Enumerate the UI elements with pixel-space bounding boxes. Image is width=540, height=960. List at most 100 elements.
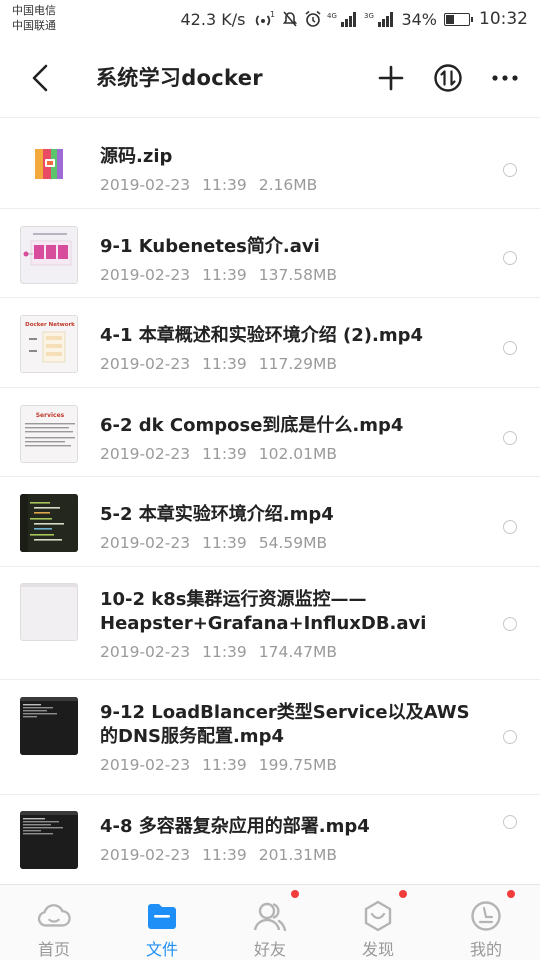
page-title: 系统学习docker: [96, 66, 263, 90]
add-button[interactable]: [373, 60, 409, 96]
file-row[interactable]: Services 6-2 dk Compose到底是什么.mp4 2019-02…: [0, 388, 540, 477]
video-thumbnail: [20, 226, 78, 284]
file-size: 54.59MB: [258, 534, 328, 552]
friends-icon: [253, 900, 287, 932]
signal-4g-icon: 4G: [327, 10, 359, 28]
file-meta: 2019-02-23 11:39 102.01MB: [100, 444, 480, 464]
tab-discover[interactable]: 发现: [324, 885, 432, 960]
file-date: 2019-02-23: [100, 643, 191, 661]
file-row[interactable]: Docker Network 4-1 本章概述和实验环境介绍 (2).mp4 2…: [0, 298, 540, 388]
file-row[interactable]: 源码.zip 2019-02-23 11:39 2.16MB: [0, 119, 540, 209]
file-date: 2019-02-23: [100, 756, 191, 774]
file-name: 9-12 LoadBlancer类型Service以及AWS的DNS服务配置.m…: [100, 702, 470, 747]
tab-friends[interactable]: 好友: [216, 885, 324, 960]
file-size: 199.75MB: [258, 756, 338, 774]
file-name: 源码.zip: [100, 146, 173, 167]
file-name: 5-2 本章实验环境介绍.mp4: [100, 504, 334, 525]
select-radio[interactable]: [503, 617, 517, 631]
file-date: 2019-02-23: [100, 355, 191, 373]
battery-icon: [444, 12, 473, 26]
file-size: 201.31MB: [258, 846, 338, 864]
zip-file-icon: [20, 135, 78, 193]
network-speed: 42.3 K/s: [180, 9, 246, 29]
file-row[interactable]: 5-2 本章实验环境介绍.mp4 2019-02-23 11:39 54.59MB: [0, 477, 540, 567]
notification-badge: [399, 890, 407, 898]
file-meta: 2019-02-23 11:39 117.29MB: [100, 354, 480, 374]
profile-icon: [469, 900, 503, 932]
thumb-title: Services: [36, 412, 65, 419]
file-time: 11:39: [202, 176, 247, 194]
carrier-info: 中国电信 中国联通: [12, 3, 56, 33]
file-size: 137.58MB: [258, 266, 338, 284]
bottom-tab-bar: 首页 文件 好友 发现 我的: [0, 884, 540, 960]
file-name: 4-1 本章概述和实验环境介绍 (2).mp4: [100, 325, 424, 346]
tab-home[interactable]: 首页: [0, 885, 108, 960]
tab-profile[interactable]: 我的: [432, 885, 540, 960]
net-type-1: 4G: [327, 12, 337, 20]
file-list[interactable]: 源码.zip 2019-02-23 11:39 2.16MB 9-1 Kubenet…: [0, 119, 540, 884]
file-row[interactable]: 9-12 LoadBlancer类型Service以及AWS的DNS服务配置.m…: [0, 680, 540, 795]
select-radio[interactable]: [503, 251, 517, 265]
file-time: 11:39: [202, 534, 247, 552]
sort-button[interactable]: [430, 60, 466, 96]
signal-3g-icon: 3G: [364, 10, 396, 28]
file-size: 2.16MB: [258, 176, 318, 194]
file-row[interactable]: 4-8 多容器复杂应用的部署.mp4 2019-02-23 11:39 201.31…: [0, 795, 540, 884]
more-icon: [492, 75, 518, 81]
battery-percent: 34%: [401, 9, 437, 29]
file-meta: 2019-02-23 11:39 174.47MB: [100, 642, 480, 662]
video-thumbnail: [20, 583, 78, 641]
battery-fill: [446, 14, 455, 24]
more-button[interactable]: [487, 60, 523, 96]
mute-icon: [281, 10, 299, 28]
file-row[interactable]: 9-1 Kubenetes简介.avi 2019-02-23 11:39 137.5…: [0, 209, 540, 298]
file-time: 11:39: [202, 266, 247, 284]
file-row[interactable]: 10-2 k8s集群运行资源监控——Heapster+Grafana+Influ…: [0, 567, 540, 680]
file-meta: 2019-02-23 11:39 199.75MB: [100, 755, 480, 775]
video-thumbnail: [20, 494, 78, 552]
back-button[interactable]: [22, 58, 58, 98]
hotspot-badge: 1: [270, 10, 275, 19]
cloud-icon: [37, 900, 71, 932]
file-size: 117.29MB: [258, 355, 338, 373]
carrier-1: 中国电信: [12, 4, 56, 17]
plus-icon: [378, 65, 404, 91]
select-radio[interactable]: [503, 730, 517, 744]
file-time: 11:39: [202, 355, 247, 373]
discover-icon: [361, 900, 395, 932]
video-thumbnail: Services: [20, 405, 78, 463]
file-date: 2019-02-23: [100, 445, 191, 463]
video-thumbnail: [20, 811, 78, 869]
file-meta: 2019-02-23 11:39 201.31MB: [100, 845, 480, 865]
tab-label: 我的: [469, 940, 502, 959]
notification-badge: [507, 890, 515, 898]
file-date: 2019-02-23: [100, 176, 191, 194]
video-thumbnail: [20, 697, 78, 755]
tab-files[interactable]: 文件: [108, 885, 216, 960]
file-time: 11:39: [202, 643, 247, 661]
tab-label: 发现: [361, 940, 394, 959]
file-time: 11:39: [202, 846, 247, 864]
sort-icon: [434, 64, 462, 92]
file-name: 10-2 k8s集群运行资源监控——Heapster+Grafana+Influ…: [100, 589, 427, 634]
select-radio[interactable]: [503, 431, 517, 445]
file-name: 9-1 Kubenetes简介.avi: [100, 236, 320, 257]
status-icons: 42.3 K/s 1 4G 3G 34% 10:32: [181, 6, 529, 32]
net-type-2: 3G: [364, 12, 374, 20]
thumb-title: Docker Network: [25, 322, 75, 328]
tab-label: 首页: [37, 940, 70, 959]
file-time: 11:39: [202, 756, 247, 774]
file-date: 2019-02-23: [100, 534, 191, 552]
select-radio[interactable]: [503, 341, 517, 355]
notification-badge: [291, 890, 299, 898]
alarm-icon: [304, 10, 322, 28]
file-size: 174.47MB: [258, 643, 338, 661]
select-radio[interactable]: [503, 163, 517, 177]
tab-label: 好友: [253, 940, 286, 959]
clock: 10:32: [479, 9, 528, 29]
carrier-2: 中国联通: [12, 19, 56, 32]
file-meta: 2019-02-23 11:39 2.16MB: [100, 175, 480, 195]
folder-icon: [145, 900, 179, 932]
select-radio[interactable]: [503, 815, 517, 829]
select-radio[interactable]: [503, 520, 517, 534]
